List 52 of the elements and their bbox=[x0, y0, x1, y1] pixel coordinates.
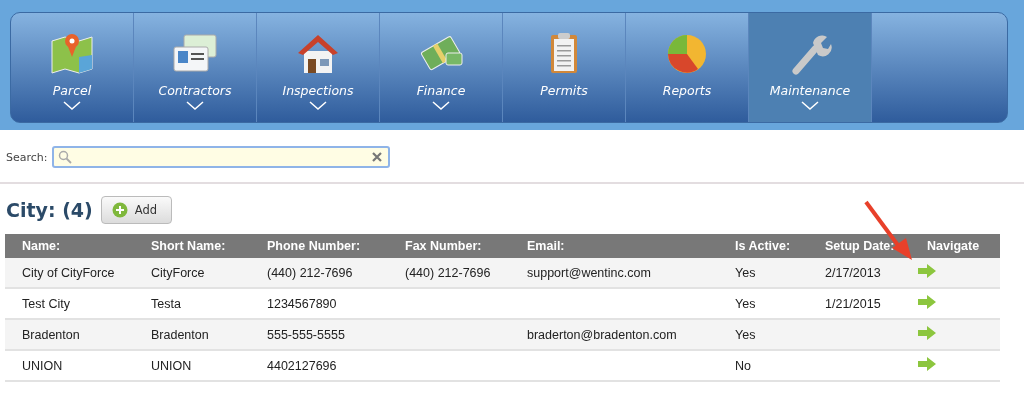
nav-tab[interactable]: Permits bbox=[503, 13, 626, 122]
table-cell-text: (440) 212-7696 bbox=[266, 265, 354, 280]
search-icon bbox=[57, 150, 72, 164]
table-cell-text: 1/21/2015 bbox=[824, 296, 882, 311]
plus-icon bbox=[111, 202, 128, 218]
table-cell-text: support@wentinc.com bbox=[526, 265, 652, 280]
table-cell-text: Bradenton bbox=[21, 327, 81, 342]
table-cell-text: braderton@bradenton.com bbox=[526, 327, 678, 342]
table-cell-text: Testa bbox=[150, 296, 182, 311]
search-label: Search: bbox=[6, 150, 48, 164]
navigate-link[interactable] bbox=[918, 294, 938, 309]
nav-tab[interactable]: Inspections bbox=[257, 13, 380, 122]
right-arrow-icon bbox=[918, 263, 936, 278]
nav-tab[interactable]: Parcel bbox=[11, 13, 134, 122]
column-header: Setup Date: bbox=[824, 239, 896, 253]
table-cell-text: 2/17/2013 bbox=[824, 265, 882, 280]
table-cell-text: CityForce bbox=[150, 265, 206, 280]
nav-tab[interactable]: Finance bbox=[380, 13, 503, 122]
navigate-link[interactable] bbox=[918, 263, 938, 278]
add-button[interactable]: Add bbox=[100, 196, 172, 224]
table-cell-text: 1234567890 bbox=[266, 296, 338, 311]
navigate-link[interactable] bbox=[918, 325, 938, 340]
table-cell-text: Yes bbox=[734, 327, 757, 342]
right-arrow-icon bbox=[918, 294, 936, 309]
table-cell-text: No bbox=[734, 358, 752, 373]
table-cell-text: Yes bbox=[734, 265, 757, 280]
right-arrow-icon bbox=[918, 325, 936, 340]
table-cell-text: 555-555-5555 bbox=[266, 327, 346, 342]
column-header: Short Name: bbox=[150, 239, 227, 253]
nav-tab[interactable]: Maintenance bbox=[749, 13, 872, 122]
nav-tab[interactable]: Contractors bbox=[134, 13, 257, 122]
table-cell-text: 4402127696 bbox=[266, 358, 338, 373]
column-header: Email: bbox=[526, 239, 566, 253]
column-header: Fax Number: bbox=[404, 239, 483, 253]
column-header: Name: bbox=[21, 239, 62, 253]
search-field[interactable] bbox=[51, 146, 390, 168]
table-cell-text: UNION bbox=[21, 358, 64, 373]
table-cell-text: (440) 212-7696 bbox=[404, 265, 492, 280]
table-cell-text: Yes bbox=[734, 296, 757, 311]
navigate-link[interactable] bbox=[918, 356, 938, 371]
column-header: Navigate bbox=[926, 239, 981, 253]
table-cell-text: UNION bbox=[150, 358, 193, 373]
pointer-arrow bbox=[862, 200, 914, 262]
nav-tab[interactable]: Reports bbox=[626, 13, 749, 122]
table-cell-text: City of CityForce bbox=[21, 265, 116, 280]
column-header: Phone Number: bbox=[266, 239, 362, 253]
right-arrow-icon bbox=[918, 356, 936, 371]
table-cell-text: Bradenton bbox=[150, 327, 210, 342]
column-header: Is Active: bbox=[734, 239, 792, 253]
section-title: City: (4) bbox=[6, 199, 93, 221]
clear-icon[interactable] bbox=[371, 152, 382, 162]
table-cell-text: Test City bbox=[21, 296, 71, 311]
